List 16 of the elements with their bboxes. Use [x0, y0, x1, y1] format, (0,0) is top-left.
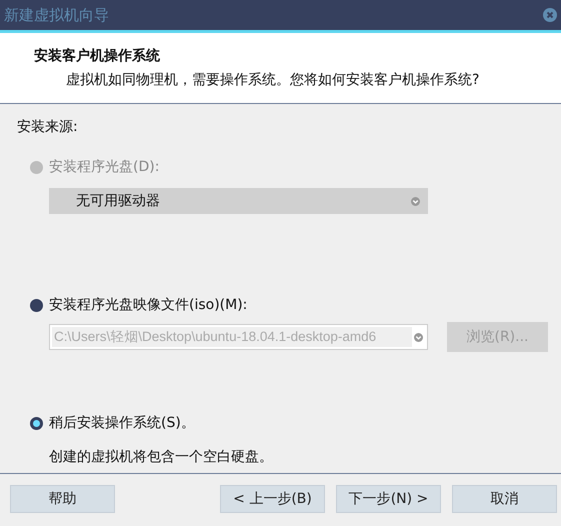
radio-label[interactable]: 稍后安装操作系统(S)。 — [49, 414, 195, 432]
option-description: 创建的虚拟机将包含一个空白硬盘。 — [49, 448, 273, 466]
radio-button[interactable] — [30, 298, 43, 312]
window-title: 新建虚拟机向导 — [4, 6, 109, 24]
radio-button[interactable] — [30, 416, 43, 430]
page-subtitle: 虚拟机如同物理机，需要操作系统。您将如何安装客户机操作系统? — [65, 71, 480, 89]
page-title: 安装客户机操作系统 — [34, 47, 161, 65]
dropdown-arrow-icon — [411, 196, 420, 206]
dialog-button[interactable]: 取消 — [452, 485, 557, 513]
section-label: 安装来源: — [17, 118, 78, 136]
close-icon[interactable] — [543, 8, 557, 22]
dropdown-arrow-icon — [414, 332, 423, 342]
dialog-button[interactable]: 帮助 — [10, 485, 115, 513]
radio-label[interactable]: 安装程序光盘映像文件(iso)(M): — [49, 296, 248, 314]
dialog-button[interactable]: 下一步(N) > — [336, 485, 441, 513]
dialog-button[interactable]: < 上一步(B) — [220, 485, 325, 513]
